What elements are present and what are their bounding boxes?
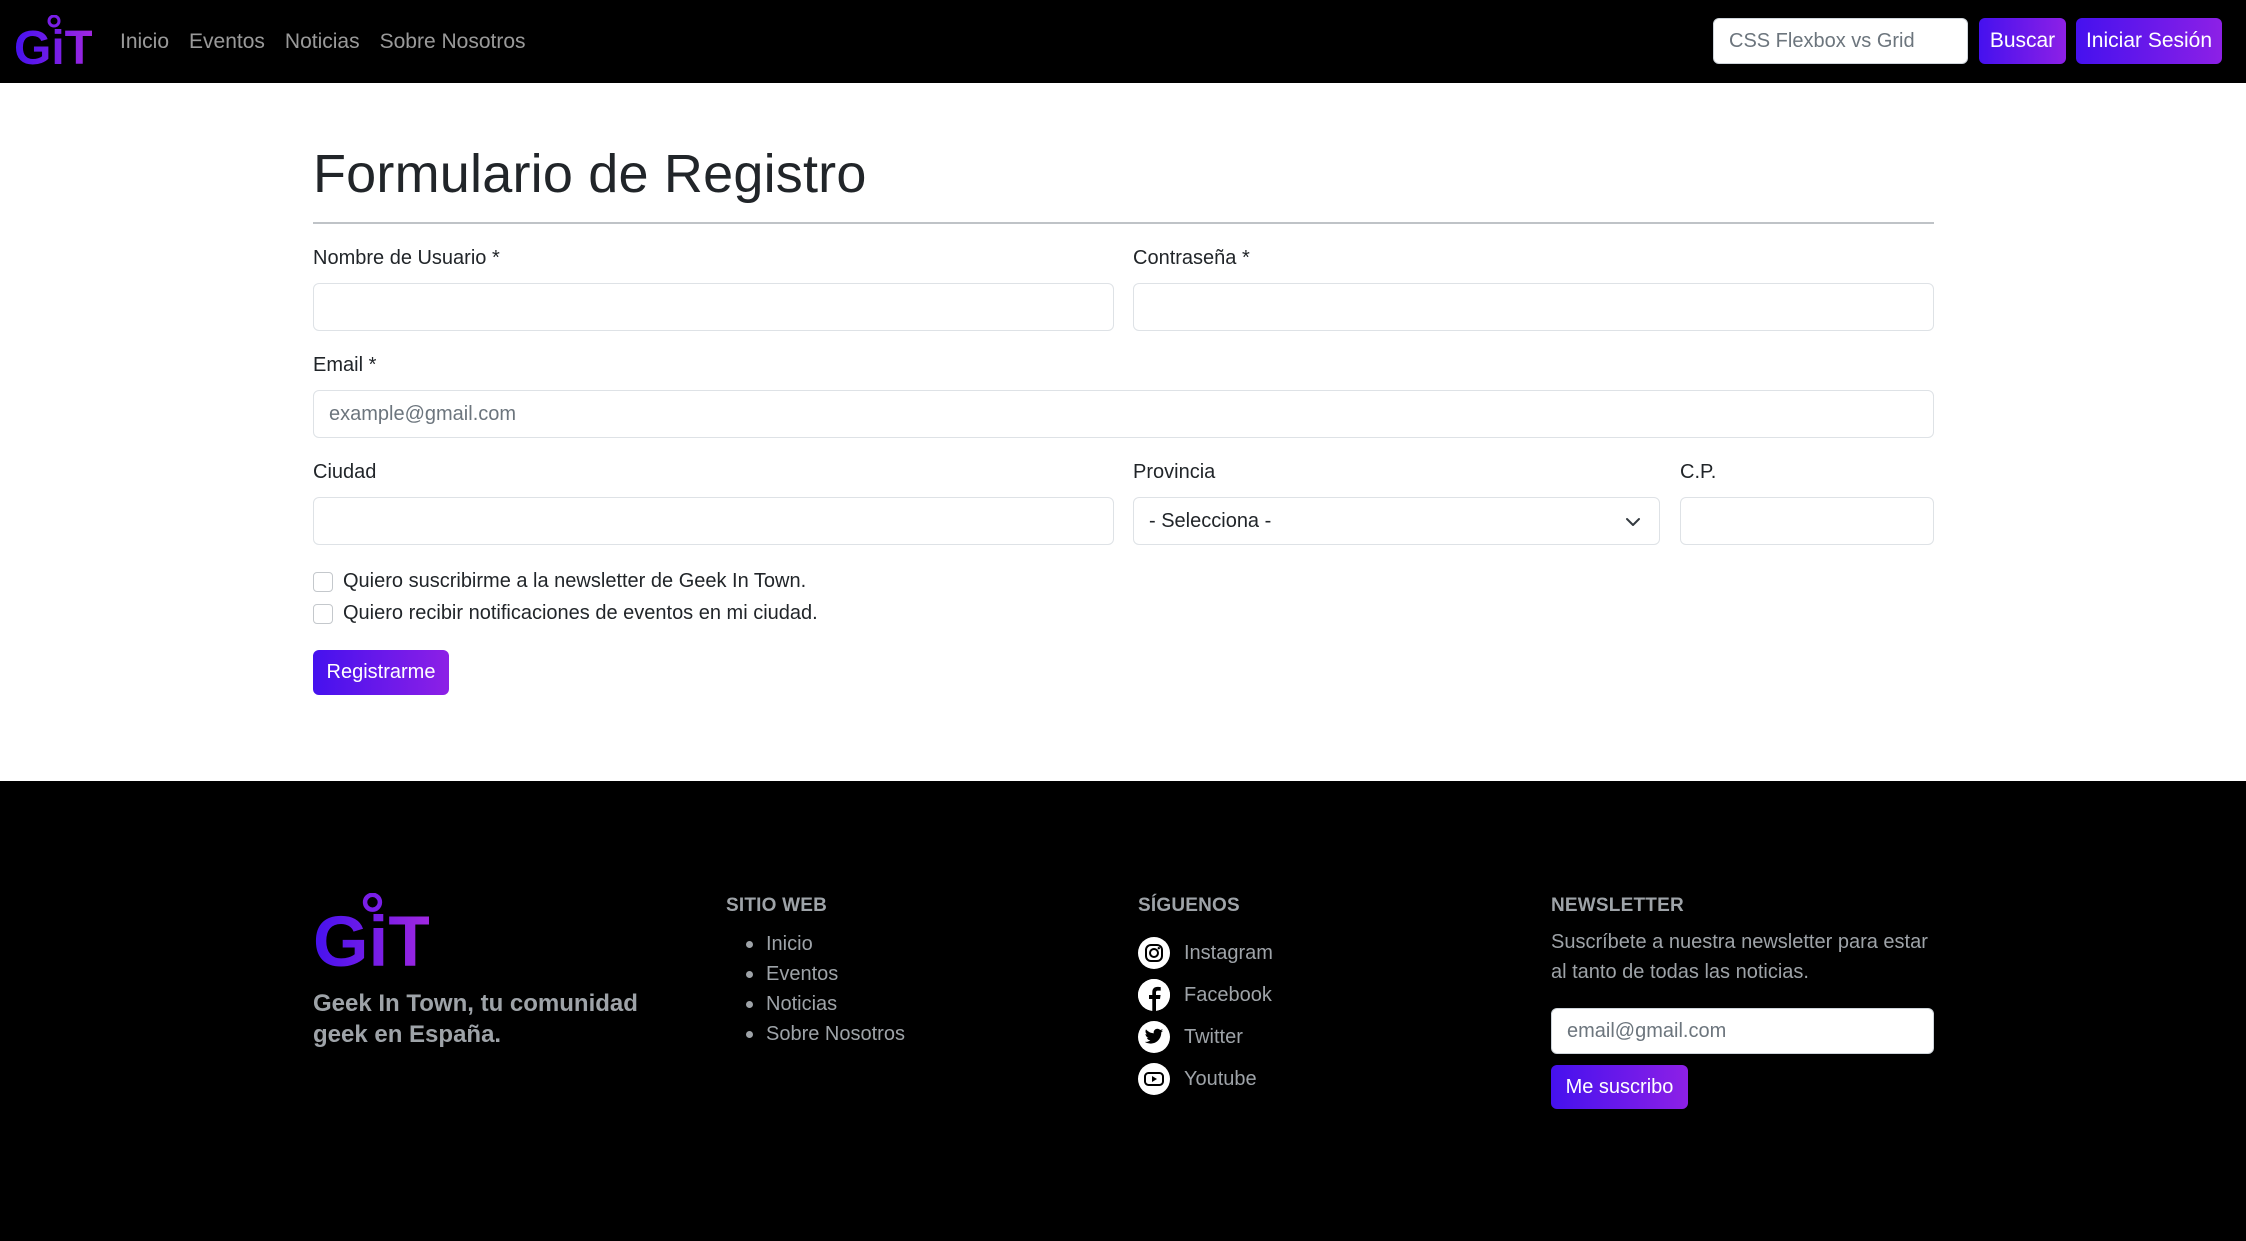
search-input[interactable] xyxy=(1713,18,1968,64)
footer-git-logo: GiT xyxy=(313,893,429,971)
site-links: Inicio Eventos Noticias Sobre Nosotros xyxy=(726,929,905,1049)
social-facebook[interactable]: Facebook xyxy=(1138,979,1272,1011)
nav-link-noticias[interactable]: Noticias xyxy=(285,30,360,54)
instagram-label: Instagram xyxy=(1184,941,1273,964)
social-instagram[interactable]: Instagram xyxy=(1138,937,1273,969)
username-label: Nombre de Usuario * xyxy=(313,247,500,269)
password-label: Contraseña * xyxy=(1133,247,1250,269)
newsletter-email-input[interactable] xyxy=(1551,1008,1934,1054)
footer-link-sobre-nosotros[interactable]: Sobre Nosotros xyxy=(726,1019,905,1049)
password-field[interactable] xyxy=(1133,283,1934,331)
events-checkbox-row: Quiero recibir notificaciones de eventos… xyxy=(313,602,818,625)
title-divider xyxy=(313,222,1934,224)
search-button[interactable]: Buscar xyxy=(1979,18,2066,64)
footer-link-inicio[interactable]: Inicio xyxy=(726,929,905,959)
newsletter-text: Suscríbete a nuestra newsletter para est… xyxy=(1551,931,1928,983)
events-checkbox[interactable] xyxy=(313,603,333,624)
province-label: Provincia xyxy=(1133,461,1216,483)
twitter-icon xyxy=(1138,1021,1170,1053)
navbar: GiT Inicio Eventos Noticias Sobre Nosotr… xyxy=(0,0,2246,83)
footer-link-eventos[interactable]: Eventos xyxy=(726,959,905,989)
newsletter-checkbox-row: Quiero suscribirme a la newsletter de Ge… xyxy=(313,570,806,593)
page-title: Formulario de Registro xyxy=(313,144,867,204)
social-twitter[interactable]: Twitter xyxy=(1138,1021,1243,1053)
nav-link-eventos[interactable]: Eventos xyxy=(189,30,265,54)
city-field[interactable] xyxy=(313,497,1114,545)
newsletter-checkbox-label[interactable]: Quiero suscribirme a la newsletter de Ge… xyxy=(343,570,806,593)
province-select[interactable]: - Selecciona - xyxy=(1133,497,1660,545)
youtube-icon xyxy=(1138,1063,1170,1095)
youtube-label: Youtube xyxy=(1184,1067,1257,1090)
nav-links: Inicio Eventos Noticias Sobre Nosotros xyxy=(120,0,526,83)
git-logo[interactable]: GiT xyxy=(14,15,92,67)
newsletter-checkbox[interactable] xyxy=(313,571,333,592)
chevron-down-icon xyxy=(1626,518,1640,526)
svg-text:GiT: GiT xyxy=(313,902,429,971)
login-button[interactable]: Iniciar Sesión xyxy=(2076,18,2222,64)
email-label: Email * xyxy=(313,354,377,376)
facebook-icon xyxy=(1138,979,1170,1011)
twitter-label: Twitter xyxy=(1184,1025,1243,1048)
postal-code-field[interactable] xyxy=(1680,497,1934,545)
footer-tagline: Geek In Town, tu comunidad geek en Españ… xyxy=(313,990,638,1048)
subscribe-button[interactable]: Me suscribo xyxy=(1551,1065,1688,1109)
facebook-label: Facebook xyxy=(1184,983,1272,1006)
email-field[interactable] xyxy=(313,390,1934,438)
social-youtube[interactable]: Youtube xyxy=(1138,1063,1257,1095)
nav-link-inicio[interactable]: Inicio xyxy=(120,30,169,54)
province-selected-value: - Selecciona - xyxy=(1149,509,1272,532)
newsletter-heading: NEWSLETTER xyxy=(1551,895,1684,916)
events-checkbox-label[interactable]: Quiero recibir notificaciones de eventos… xyxy=(343,602,818,625)
follow-heading: SÍGUENOS xyxy=(1138,895,1240,916)
footer-link-noticias[interactable]: Noticias xyxy=(726,989,905,1019)
username-field[interactable] xyxy=(313,283,1114,331)
register-button[interactable]: Registrarme xyxy=(313,650,449,695)
instagram-icon xyxy=(1138,937,1170,969)
site-heading: SITIO WEB xyxy=(726,895,828,916)
footer: GiT Geek In Town, tu comunidad geek en E… xyxy=(0,781,2246,1241)
postal-code-label: C.P. xyxy=(1680,461,1717,483)
svg-text:GiT: GiT xyxy=(14,22,92,67)
nav-link-sobre-nosotros[interactable]: Sobre Nosotros xyxy=(380,30,526,54)
city-label: Ciudad xyxy=(313,461,377,483)
